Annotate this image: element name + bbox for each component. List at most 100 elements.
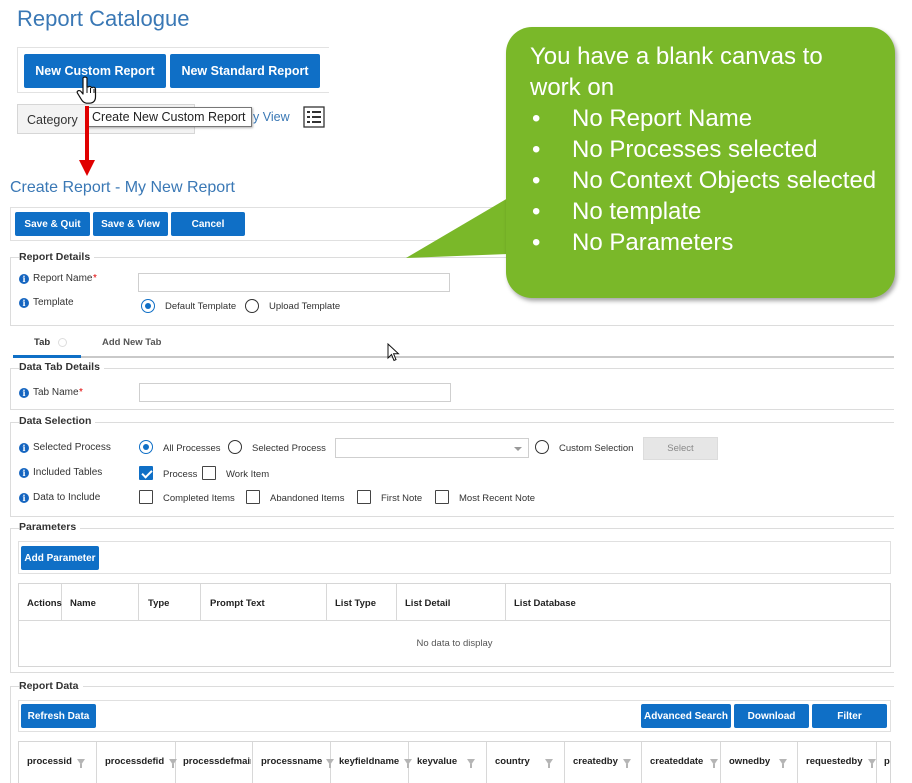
col-divider [797, 742, 798, 783]
column-header: List Database [514, 598, 576, 609]
col-divider [96, 742, 97, 783]
col-divider [396, 584, 397, 620]
process-checkbox-label: Process [163, 469, 198, 480]
col-divider [641, 742, 642, 783]
filter-icon[interactable] [868, 759, 876, 768]
info-icon: i [19, 274, 29, 284]
save-quit-button[interactable]: Save & Quit [15, 212, 90, 236]
advanced-search-button[interactable]: Advanced Search [641, 704, 731, 728]
tab-add-new-tab[interactable]: Add New Tab [102, 337, 161, 348]
data-selection-heading: Data Selection [19, 415, 96, 427]
new-standard-report-button[interactable]: New Standard Report [170, 54, 320, 88]
selected-process-label: Selected Process [33, 442, 111, 453]
default-template-label: Default Template [165, 301, 237, 312]
col-divider [200, 584, 201, 620]
completed-items-checkbox[interactable] [139, 490, 153, 504]
parameters-toolbar [18, 541, 891, 574]
column-header: processid [27, 756, 72, 767]
info-icon: i [19, 493, 29, 503]
abandoned-items-checkbox[interactable] [246, 490, 260, 504]
col-divider [326, 584, 327, 620]
add-parameter-button[interactable]: Add Parameter [21, 546, 99, 570]
filter-button[interactable]: Filter [812, 704, 887, 728]
custom-selection-label: Custom Selection [559, 443, 634, 454]
info-icon: i [19, 298, 29, 308]
column-header: country [495, 756, 530, 767]
report-data-heading: Report Data [19, 680, 83, 692]
tooltip: Create New Custom Report [86, 107, 252, 127]
column-header: ownedby [729, 756, 771, 767]
callout-item: • No Context Objects selected [532, 167, 877, 194]
filter-icon[interactable] [467, 759, 475, 768]
category-label: Category [27, 113, 78, 127]
callout-item: • No template [532, 198, 702, 225]
work-item-checkbox-label: Work Item [226, 469, 270, 480]
default-template-radio[interactable] [141, 299, 155, 313]
upload-template-label: Upload Template [269, 301, 341, 312]
column-header: Type [148, 598, 170, 609]
filter-icon[interactable] [169, 759, 177, 768]
completed-items-label: Completed Items [163, 493, 235, 504]
cancel-button[interactable]: Cancel [171, 212, 245, 236]
required-mark: * [79, 387, 83, 398]
hand-cursor-icon [76, 76, 97, 104]
col-divider [505, 584, 506, 620]
upload-template-radio[interactable] [245, 299, 259, 313]
info-icon: i [19, 443, 29, 453]
column-header: Actions [27, 598, 62, 609]
select-button[interactable]: Select [643, 437, 718, 460]
filter-icon[interactable] [623, 759, 631, 768]
column-header: requestedby [806, 756, 863, 767]
selected-process-option-label: Selected Process [252, 443, 326, 454]
filter-icon[interactable] [779, 759, 787, 768]
first-note-checkbox[interactable] [357, 490, 371, 504]
callout-heading: You have a blank canvas to work on [530, 43, 823, 101]
col-divider [876, 742, 877, 783]
download-button[interactable]: Download [734, 704, 809, 728]
page-title: Report Catalogue [17, 6, 190, 31]
work-item-checkbox[interactable] [202, 466, 216, 480]
process-checkbox[interactable] [139, 466, 153, 480]
tab-name-input[interactable] [139, 383, 451, 402]
selected-process-radio[interactable] [228, 440, 242, 454]
filter-icon[interactable] [326, 759, 334, 768]
column-header: p [884, 756, 890, 767]
column-header: processdefid [105, 756, 165, 767]
required-mark: * [93, 273, 97, 284]
column-header: createddate [650, 756, 704, 767]
chevron-down-icon [514, 447, 522, 451]
custom-selection-radio[interactable] [535, 440, 549, 454]
callout-item: • No Report Name [532, 105, 753, 132]
empty-table-message: No data to display [416, 638, 493, 649]
filter-icon[interactable] [545, 759, 553, 768]
tab-name-label: Tab Name [33, 387, 79, 398]
col-divider [252, 742, 253, 783]
list-view-icon[interactable] [303, 106, 325, 128]
column-header: createdby [573, 756, 618, 767]
all-processes-radio[interactable] [139, 440, 153, 454]
col-divider [564, 742, 565, 783]
refresh-data-button[interactable]: Refresh Data [21, 704, 96, 728]
bullet-icon: • [532, 167, 541, 194]
save-view-button[interactable]: Save & View [93, 212, 168, 236]
bullet-icon: • [532, 136, 541, 163]
column-header: processname [261, 756, 323, 767]
view-toggle-link[interactable]: y View [253, 110, 290, 124]
tab-tab[interactable]: Tab [34, 337, 50, 348]
filter-icon[interactable] [77, 759, 85, 768]
col-divider [138, 584, 139, 620]
process-dropdown[interactable] [335, 438, 529, 458]
filter-icon[interactable] [710, 759, 718, 768]
abandoned-items-label: Abandoned Items [270, 493, 345, 504]
callout-item: • No Parameters [532, 229, 734, 256]
parameters-heading: Parameters [19, 521, 81, 533]
most-recent-note-label: Most Recent Note [459, 493, 536, 504]
column-header: Name [70, 598, 96, 609]
filter-icon[interactable] [404, 759, 412, 768]
report-name-input[interactable] [138, 273, 450, 292]
most-recent-note-checkbox[interactable] [435, 490, 449, 504]
report-details-heading: Report Details [19, 251, 95, 263]
col-divider [486, 742, 487, 783]
first-note-label: First Note [381, 493, 423, 504]
tab-strip [13, 356, 894, 358]
